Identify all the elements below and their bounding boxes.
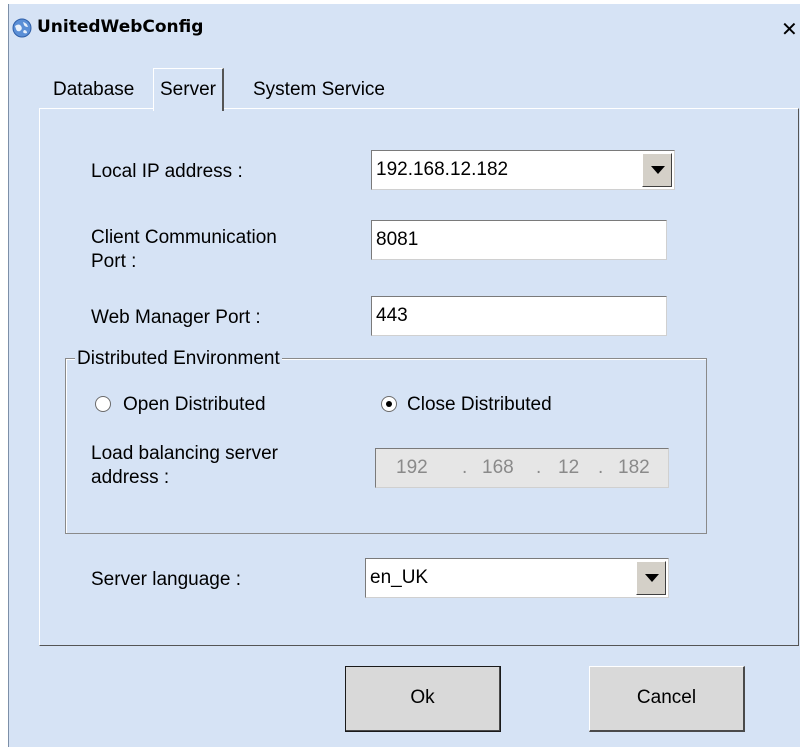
load-balancing-label-line2: address :	[91, 467, 170, 488]
open-distributed-label[interactable]: Open Distributed	[123, 393, 266, 417]
server-language-label: Server language :	[91, 569, 241, 590]
client-port-label: Client Communication Port :	[91, 226, 277, 274]
title-bar: UnitedWebConfig ✕	[9, 4, 800, 54]
ip-dot: .	[598, 457, 604, 478]
tab-system-service[interactable]: System Service	[249, 72, 389, 108]
ip-dot: .	[462, 457, 468, 478]
window-title: UnitedWebConfig	[37, 17, 204, 37]
client-port-label-line2: Port :	[91, 251, 137, 272]
load-balancing-ip-input[interactable]: 192 . 168 . 12 . 182	[375, 448, 669, 488]
globe-icon	[12, 18, 32, 38]
local-ip-select[interactable]: 192.168.12.182	[371, 150, 675, 190]
ok-button[interactable]: Ok	[345, 666, 501, 732]
server-language-value: en_UK	[370, 567, 429, 588]
open-distributed-radio[interactable]	[95, 396, 111, 412]
distributed-group-title: Distributed Environment	[75, 348, 282, 370]
ip-dot: .	[536, 457, 542, 478]
close-button[interactable]: ✕	[781, 16, 800, 42]
web-port-label: Web Manager Port :	[91, 307, 261, 328]
client-port-label-line1: Client Communication	[91, 227, 277, 248]
local-ip-label: Local IP address :	[91, 161, 243, 182]
server-language-select[interactable]: en_UK	[365, 558, 669, 598]
close-distributed-label[interactable]: Close Distributed	[407, 393, 552, 417]
close-icon: ✕	[781, 17, 798, 41]
ip-octet-4[interactable]: 182	[618, 449, 650, 487]
client-port-input[interactable]: 8081	[371, 220, 667, 260]
radio-selected-dot	[386, 401, 392, 407]
tab-database[interactable]: Database	[49, 72, 138, 108]
cancel-button[interactable]: Cancel	[589, 666, 745, 732]
web-port-input[interactable]: 443	[371, 296, 667, 336]
close-distributed-radio[interactable]	[381, 396, 397, 412]
load-balancing-label-line1: Load balancing server	[91, 443, 278, 464]
load-balancing-label: Load balancing server address :	[91, 442, 278, 490]
ip-octet-3[interactable]: 12	[558, 449, 579, 487]
chevron-down-icon[interactable]	[636, 561, 666, 595]
config-window: UnitedWebConfig ✕ Database Server System…	[8, 4, 800, 747]
chevron-down-icon[interactable]	[642, 153, 672, 187]
ip-octet-1[interactable]: 192	[396, 449, 428, 487]
tab-server[interactable]: Server	[153, 68, 224, 111]
local-ip-value: 192.168.12.182	[376, 159, 509, 180]
ip-octet-2[interactable]: 168	[482, 449, 514, 487]
